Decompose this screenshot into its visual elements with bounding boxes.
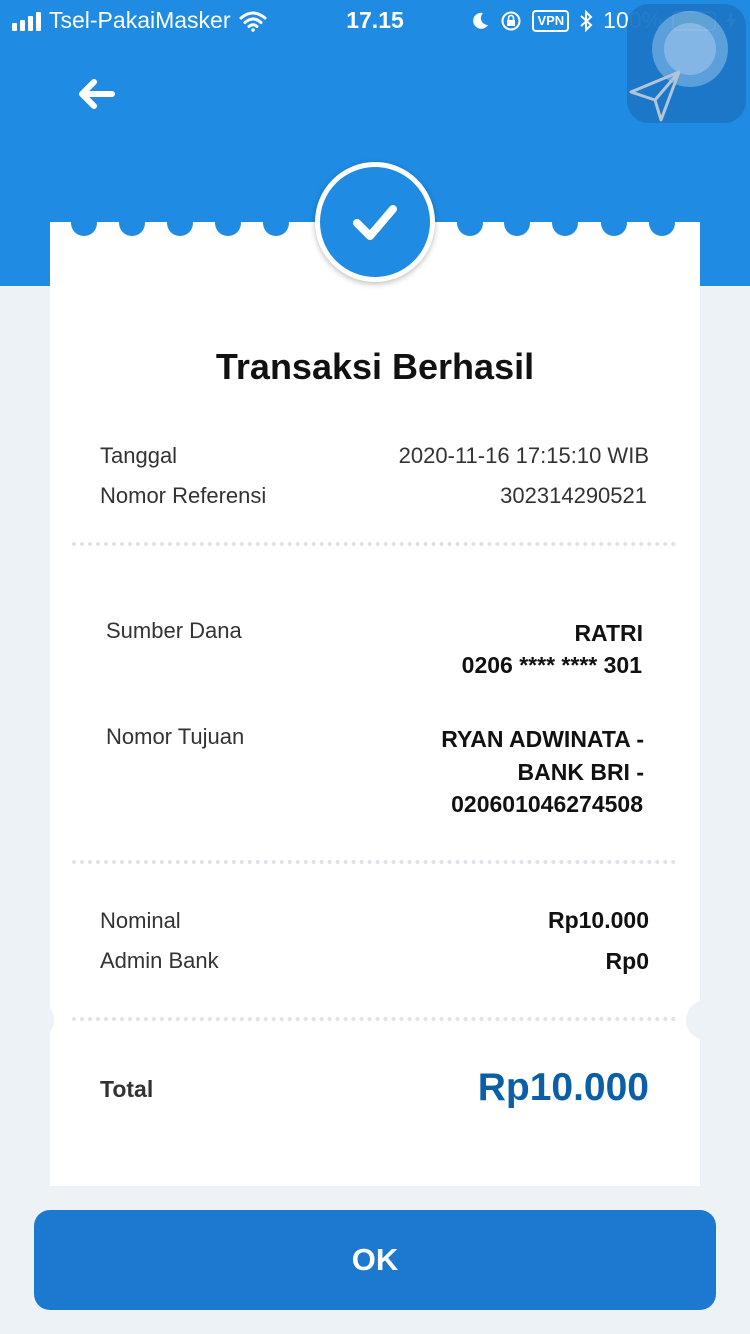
destination-label: Nomor Tujuan (106, 724, 245, 749)
paper-plane-icon (629, 70, 681, 122)
nominal-value: Rp10.000 (547, 907, 649, 933)
reference-label: Nomor Referensi (100, 483, 267, 508)
bluetooth-icon (580, 9, 593, 32)
destination-bank: BANK BRI - (517, 759, 645, 785)
ok-button[interactable]: OK (34, 1210, 716, 1310)
admin-fee-value: Rp0 (605, 948, 649, 974)
divider (72, 542, 676, 546)
source-fund-label: Sumber Dana (106, 618, 242, 643)
admin-fee-label: Admin Bank (100, 948, 219, 973)
receipt-notch-left (14, 1000, 54, 1040)
moon-icon (473, 12, 489, 29)
nominal-label: Nominal (100, 908, 181, 933)
date-label: Tanggal (100, 443, 178, 468)
rotation-lock-icon (501, 11, 521, 30)
vpn-badge: VPN (532, 9, 570, 32)
checkmark-icon (353, 205, 397, 240)
reference-value: 302314290521 (500, 483, 647, 508)
total-label: Total (100, 1076, 154, 1102)
page-title: Transaksi Berhasil (215, 346, 535, 387)
divider (72, 1017, 676, 1021)
date-value: 2020-11-16 17:15:10 WIB (398, 443, 649, 468)
receipt-notch-right (686, 1000, 726, 1040)
source-fund-name: RATRI (574, 620, 643, 646)
success-badge (315, 162, 435, 282)
total-value: Rp10.000 (477, 1066, 649, 1109)
floating-share-button[interactable] (627, 4, 746, 123)
source-fund-account: 0206 **** **** 301 (461, 652, 642, 678)
arrow-left-icon (79, 79, 115, 109)
back-button[interactable] (74, 74, 118, 114)
destination-account: 020601046274508 (451, 791, 643, 817)
destination-name: RYAN ADWINATA - (441, 726, 644, 752)
divider (72, 860, 676, 864)
